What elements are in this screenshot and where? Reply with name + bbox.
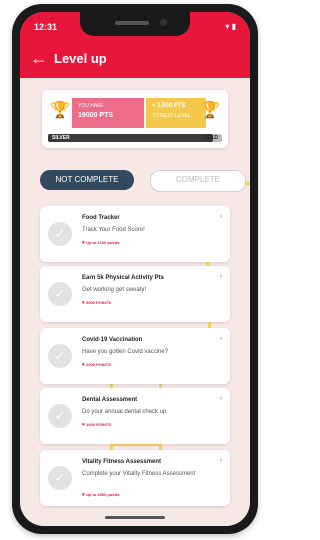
tab-not-complete[interactable]: NOT COMPLETE	[40, 170, 134, 190]
check-icon: ✓	[48, 282, 72, 306]
next-level-box: + 1,000 PTS TO NEXT LEVEL	[146, 98, 206, 128]
gold-trophy-icon: 🏆	[200, 102, 220, 119]
chevron-right-icon[interactable]: ›	[220, 274, 222, 280]
status-bar: 12:31 ▾ ▮	[20, 12, 250, 42]
check-icon: ✓	[48, 466, 72, 490]
task-points: ♥ 5000 POINTS	[82, 300, 111, 306]
task-title: Food Tracker	[82, 215, 120, 221]
task-card[interactable]: ✓ Covid-19 Vaccination Have you gotten Cov…	[40, 328, 230, 384]
task-title: Vitality Fitness Assessment	[82, 459, 162, 465]
heart-icon: ♥	[82, 240, 85, 246]
silver-trophy-icon: 🏆	[50, 102, 70, 119]
task-points: ♥ Up to 1200 points	[82, 240, 119, 246]
task-title: Dental Assessment	[82, 397, 138, 403]
screen: 12:31 ▾ ▮ ← Level up 🏆 YOU HAVE 19000 PT	[20, 12, 250, 526]
camera	[160, 19, 167, 26]
task-points-label: Up to 3000 points	[86, 492, 120, 497]
task-subtitle: Complete your Vitality Fitness Assessmen…	[82, 471, 196, 477]
task-card[interactable]: ✓ Food Tracker Track Your Food Score! ♥ Up …	[40, 206, 230, 262]
task-points: ♥ 2000 POINTS	[82, 362, 111, 368]
level-next: GOLD	[203, 135, 218, 141]
check-icon: ✓	[48, 404, 72, 428]
level-current: SILVER	[52, 135, 70, 141]
speaker	[115, 21, 149, 25]
level-progress-bar: SILVER GOLD	[48, 134, 222, 142]
status-time: 12:31	[34, 22, 58, 32]
task-subtitle: Do your annual dental check up	[82, 409, 167, 415]
task-subtitle: Get working get sweaty!	[82, 287, 147, 293]
task-subtitle: Track Your Food Score!	[82, 227, 145, 233]
have-label: YOU HAVE	[78, 103, 104, 109]
heart-icon: ♥	[82, 492, 85, 498]
page-title: Level up	[54, 51, 107, 66]
task-points-label: 2000 POINTS	[86, 362, 111, 367]
task-points-label: 1000 POINTS	[86, 422, 111, 427]
check-icon: ✓	[48, 222, 72, 246]
main-content: 🏆 YOU HAVE 19000 PTS + 1,000 PTS TO NEXT…	[20, 78, 250, 526]
task-points: ♥ 1000 POINTS	[82, 422, 111, 428]
chevron-right-icon[interactable]: ›	[220, 214, 222, 220]
next-value: + 1,000 PTS	[152, 103, 186, 109]
heart-icon: ♥	[82, 362, 85, 368]
level-progress-fill	[48, 134, 214, 142]
task-card[interactable]: ✓ Dental Assessment Do your annual dental …	[40, 388, 230, 444]
home-indicator[interactable]	[105, 516, 165, 519]
back-arrow-icon[interactable]: ←	[30, 48, 48, 68]
app-bar: ← Level up	[20, 42, 250, 78]
notch	[80, 12, 190, 36]
tab-complete[interactable]: COMPLETE	[150, 170, 246, 192]
chevron-right-icon[interactable]: ›	[220, 396, 222, 402]
check-icon: ✓	[48, 344, 72, 368]
heart-icon: ♥	[82, 422, 85, 428]
chevron-right-icon[interactable]: ›	[220, 336, 222, 342]
task-title: Earn 5k Physical Activity Pts	[82, 275, 164, 281]
task-points-label: 5000 POINTS	[86, 300, 111, 305]
task-points: ♥ Up to 3000 points	[82, 492, 119, 498]
status-icons: ▾ ▮	[225, 22, 236, 31]
task-subtitle: Have you gotten Covid vaccine?	[82, 349, 169, 355]
points-card: 🏆 YOU HAVE 19000 PTS + 1,000 PTS TO NEXT…	[42, 90, 228, 148]
task-title: Covid-19 Vaccination	[82, 337, 143, 343]
current-points-box: YOU HAVE 19000 PTS	[72, 98, 144, 128]
phone-frame: 12:31 ▾ ▮ ← Level up 🏆 YOU HAVE 19000 PT	[12, 4, 258, 534]
next-label: TO NEXT LEVEL	[152, 113, 191, 119]
heart-icon: ♥	[82, 300, 85, 306]
task-card[interactable]: ✓ Vitality Fitness Assessment Complete you…	[40, 450, 230, 506]
task-points-label: Up to 1200 points	[86, 240, 120, 245]
chevron-right-icon[interactable]: ›	[220, 458, 222, 464]
task-card[interactable]: ✓ Earn 5k Physical Activity Pts Get workin…	[40, 266, 230, 322]
have-value: 19000 PTS	[78, 112, 114, 119]
